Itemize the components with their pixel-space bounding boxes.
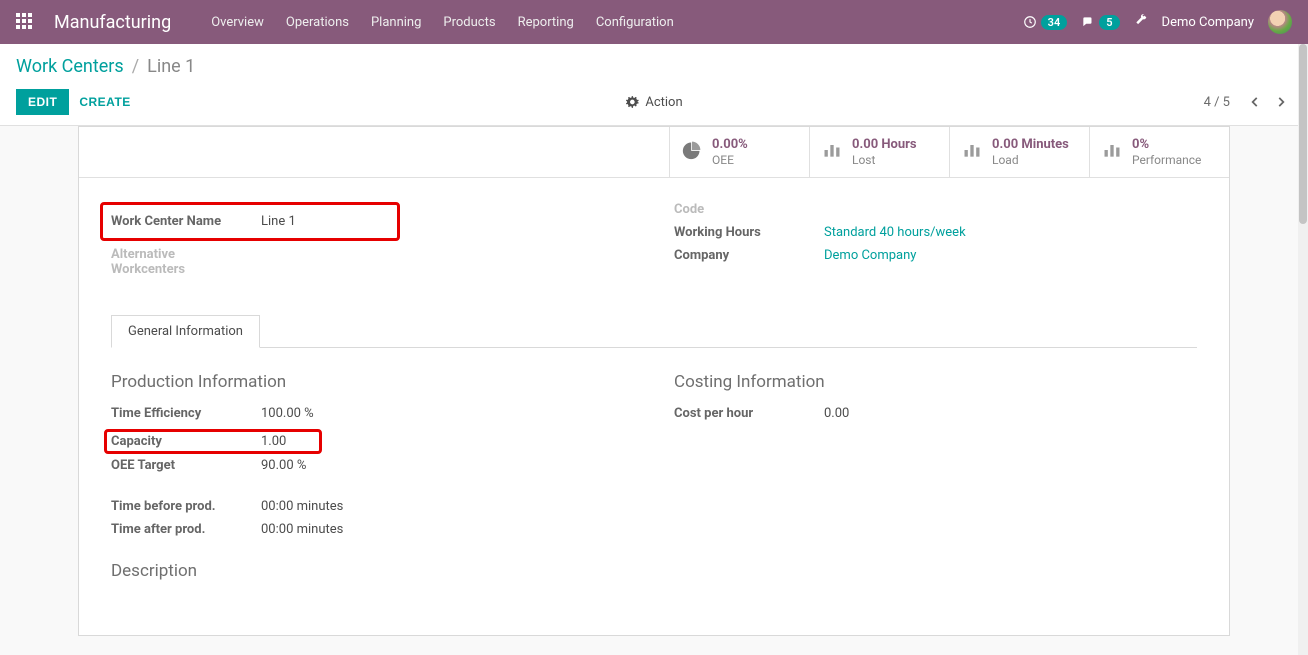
- time-efficiency-label: Time Efficiency: [111, 406, 261, 421]
- breadcrumb-sep: /: [132, 56, 139, 77]
- left-column: Work Center Name Line 1 Alternative Work…: [111, 202, 634, 285]
- bar-chart-icon: [962, 140, 982, 164]
- working-hours-value[interactable]: Standard 40 hours/week: [824, 225, 966, 240]
- code-label: Code: [674, 202, 824, 217]
- messages-button[interactable]: 5: [1081, 15, 1119, 30]
- tab-general-information[interactable]: General Information: [111, 315, 260, 348]
- kpi-value: 0.00 Hours: [852, 137, 917, 153]
- right-column: Code Working Hours Standard 40 hours/wee…: [674, 202, 1197, 285]
- name-label: Work Center Name: [111, 214, 261, 229]
- oee-target-value: 90.00 %: [261, 458, 306, 473]
- nav-right: 34 5 Demo Company: [1023, 10, 1292, 34]
- menu-overview[interactable]: Overview: [211, 15, 264, 30]
- pie-chart-icon: [682, 140, 702, 164]
- cost-per-hour-value: 0.00: [824, 406, 849, 421]
- tabs: General Information: [111, 315, 1197, 348]
- section-production: Production Information: [111, 372, 634, 392]
- highlight-capacity: Capacity 1.00: [104, 429, 322, 454]
- oee-target-label: OEE Target: [111, 458, 261, 473]
- kpi-label: Performance: [1132, 153, 1201, 167]
- menu-planning[interactable]: Planning: [371, 15, 421, 30]
- bar-chart-icon: [822, 140, 842, 164]
- messages-count: 5: [1099, 15, 1119, 30]
- control-panel: Work Centers / Line 1 EDIT CREATE Action…: [0, 44, 1308, 126]
- name-value: Line 1: [261, 214, 296, 229]
- kpi-oee[interactable]: 0.00%OEE: [669, 127, 809, 177]
- pager-prev[interactable]: [1244, 91, 1266, 113]
- kpi-lost[interactable]: 0.00 HoursLost: [809, 127, 949, 177]
- capacity-value: 1.00: [261, 434, 286, 449]
- top-nav: Manufacturing Overview Operations Planni…: [0, 0, 1308, 44]
- pager-text[interactable]: 4 / 5: [1204, 95, 1230, 110]
- gear-icon: [625, 95, 639, 109]
- edit-button[interactable]: EDIT: [16, 89, 69, 115]
- action-dropdown[interactable]: Action: [625, 95, 682, 110]
- kpi-label: Lost: [852, 153, 917, 167]
- time-before-label: Time before prod.: [111, 499, 261, 514]
- kpi-value: 0.00%: [712, 137, 748, 153]
- debug-button[interactable]: [1134, 13, 1148, 31]
- scrollbar-thumb[interactable]: [1299, 44, 1307, 224]
- activities-button[interactable]: 34: [1023, 15, 1068, 30]
- section-description: Description: [111, 561, 634, 581]
- bar-chart-icon: [1102, 140, 1122, 164]
- kpi-value: 0%: [1132, 137, 1201, 153]
- company-switcher[interactable]: Demo Company: [1162, 15, 1254, 30]
- time-efficiency-value: 100.00 %: [261, 406, 314, 421]
- company-value[interactable]: Demo Company: [824, 248, 916, 263]
- form-sheet: 0.00%OEE 0.00 HoursLost 0.00 MinutesLoad…: [78, 126, 1230, 636]
- menu-reporting[interactable]: Reporting: [518, 15, 574, 30]
- kpi-value: 0.00 Minutes: [992, 137, 1069, 153]
- highlight-name: Work Center Name Line 1: [100, 202, 400, 241]
- menu-operations[interactable]: Operations: [286, 15, 349, 30]
- time-after-label: Time after prod.: [111, 522, 261, 537]
- wrench-icon: [1134, 13, 1148, 27]
- cost-per-hour-label: Cost per hour: [674, 406, 824, 421]
- working-hours-label: Working Hours: [674, 225, 824, 240]
- breadcrumb-parent[interactable]: Work Centers: [16, 56, 124, 77]
- pager-next[interactable]: [1270, 91, 1292, 113]
- chevron-right-icon: [1274, 95, 1288, 109]
- main-menu: Overview Operations Planning Products Re…: [211, 15, 1022, 30]
- create-button[interactable]: CREATE: [79, 95, 130, 109]
- kpi-label: Load: [992, 153, 1069, 167]
- time-after-value: 00:00 minutes: [261, 522, 343, 537]
- comments-icon: [1081, 15, 1095, 29]
- menu-products[interactable]: Products: [443, 15, 495, 30]
- kpi-label: OEE: [712, 153, 748, 167]
- kpi-performance[interactable]: 0%Performance: [1089, 127, 1229, 177]
- capacity-label: Capacity: [111, 434, 261, 449]
- action-label: Action: [645, 95, 682, 110]
- kpi-load[interactable]: 0.00 MinutesLoad: [949, 127, 1089, 177]
- breadcrumb: Work Centers / Line 1: [16, 56, 1292, 77]
- section-costing: Costing Information: [674, 372, 1197, 392]
- scrollbar[interactable]: [1298, 44, 1308, 655]
- menu-configuration[interactable]: Configuration: [596, 15, 674, 30]
- stat-buttons: 0.00%OEE 0.00 HoursLost 0.00 MinutesLoad…: [79, 127, 1229, 178]
- breadcrumb-current: Line 1: [147, 56, 195, 77]
- form-scroll: 0.00%OEE 0.00 HoursLost 0.00 MinutesLoad…: [0, 126, 1308, 650]
- clock-icon: [1023, 15, 1037, 29]
- company-label: Company: [674, 248, 824, 263]
- time-before-value: 00:00 minutes: [261, 499, 343, 514]
- chevron-left-icon: [1248, 95, 1262, 109]
- apps-icon[interactable]: [16, 13, 34, 31]
- user-avatar[interactable]: [1268, 10, 1292, 34]
- alt-workcenters-label: Alternative Workcenters: [111, 247, 261, 277]
- activities-count: 34: [1041, 15, 1068, 30]
- app-brand[interactable]: Manufacturing: [54, 12, 171, 33]
